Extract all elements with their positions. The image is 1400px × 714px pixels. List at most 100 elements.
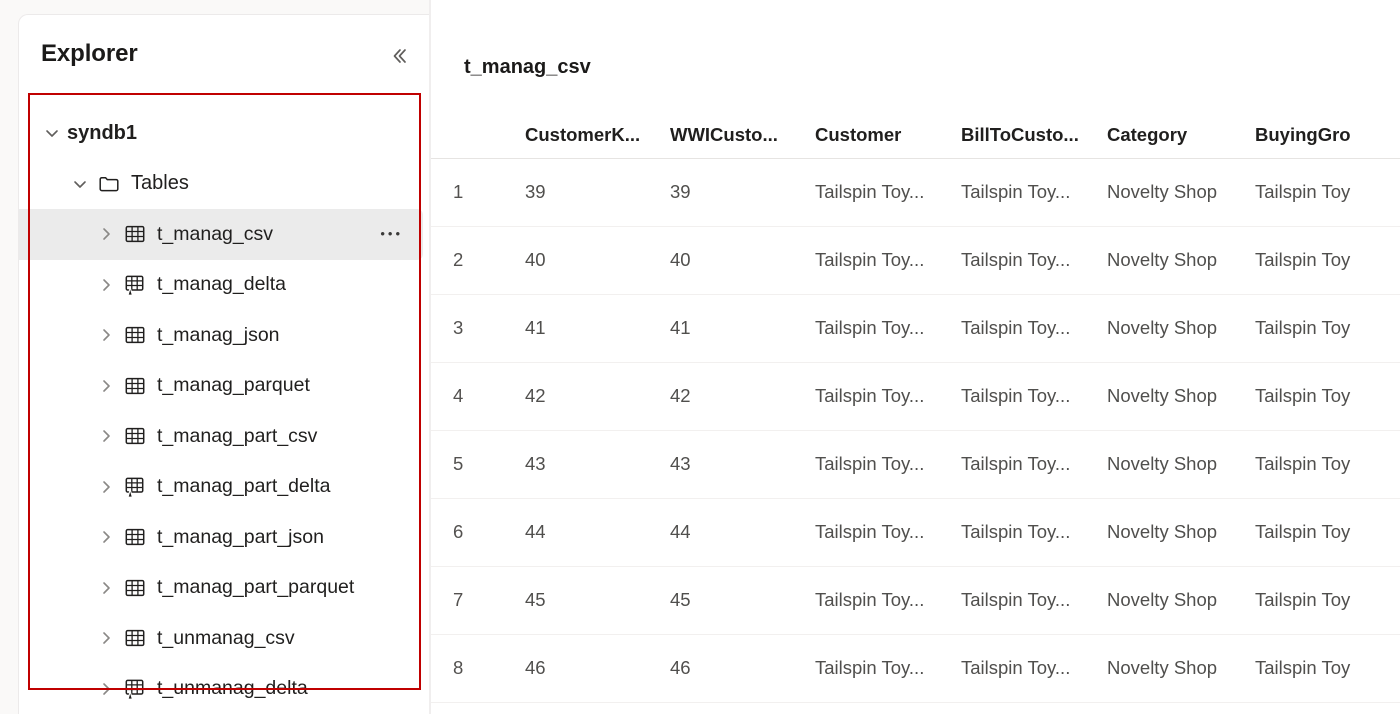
table-row[interactable]: 6 44 44 Tailspin Toy... Tailspin Toy... Novel… [431,498,1400,567]
table-row[interactable]: 2 40 40 Tailspin Toy... Tailspin Toy... Novel… [431,226,1400,295]
cell-customer_key[interactable]: 44 [523,498,668,567]
cell-buying_group[interactable]: Tailspin Toy [1253,294,1400,363]
cell-category[interactable]: Novelty Shop [1105,566,1253,635]
cell-wwi_customer[interactable]: 46 [668,634,813,703]
tree-twisty-toggle[interactable] [91,371,121,401]
table-icon [123,424,147,448]
cell-bill_to_customer[interactable]: Tailspin Toy... [959,158,1105,227]
tree-item-t-manag-delta[interactable]: t_manag_delta [19,260,430,311]
cell-category[interactable]: Novelty Shop [1105,430,1253,499]
tree-twisty-toggle[interactable] [65,169,95,199]
cell-category[interactable]: Novelty Shop [1105,226,1253,295]
cell-customer[interactable]: Tailspin Toy... [813,362,959,431]
cell-customer[interactable]: Tailspin Toy... [813,634,959,703]
cell-bill_to_customer[interactable]: Tailspin Toy... [959,566,1105,635]
cell-customer[interactable]: Tailspin Toy... [813,566,959,635]
column-header-customer_key[interactable]: CustomerK... [523,112,668,159]
cell-customer_key[interactable]: 41 [523,294,668,363]
cell-category[interactable]: Novelty Shop [1105,158,1253,227]
cell-bill_to_customer[interactable]: Tailspin Toy... [959,362,1105,431]
cell-wwi_customer[interactable]: 41 [668,294,813,363]
cell-customer[interactable]: Tailspin Toy... [813,430,959,499]
cell-customer_key[interactable]: 42 [523,362,668,431]
cell-bill_to_customer[interactable]: Tailspin Toy... [959,634,1105,703]
cell-customer[interactable]: Tailspin Toy... [813,158,959,227]
tree-twisty-toggle[interactable] [91,623,121,653]
cell-wwi_customer[interactable]: 43 [668,430,813,499]
cell-bill_to_customer[interactable]: Tailspin Toy... [959,498,1105,567]
cell-wwi_customer[interactable]: 42 [668,362,813,431]
cell-customer[interactable]: Tailspin Toy... [813,226,959,295]
tree-item-t-manag-part-csv[interactable]: t_manag_part_csv [19,411,430,462]
cell-customer_key[interactable]: 40 [523,226,668,295]
tree-twisty-toggle[interactable] [91,522,121,552]
data-grid: CustomerK... WWICusto... Customer BillToCus… [431,112,1400,703]
row-number: 3 [431,294,523,363]
row-number: 2 [431,226,523,295]
tree-twisty-toggle[interactable] [91,674,121,704]
column-header-rownum[interactable] [431,112,523,159]
tree-item-syndb1[interactable]: syndb1 [19,108,430,159]
cell-buying_group[interactable]: Tailspin Toy [1253,158,1400,227]
cell-wwi_customer[interactable]: 39 [668,158,813,227]
tree-item-t-manag-part-json[interactable]: t_manag_part_json [19,512,430,563]
tree-item-t-manag-part-delta[interactable]: t_manag_part_delta [19,462,430,513]
tree-item-t-unmanag-csv[interactable]: t_unmanag_csv [19,613,430,664]
cell-buying_group[interactable]: Tailspin Toy [1253,634,1400,703]
cell-buying_group[interactable]: Tailspin Toy [1253,566,1400,635]
column-header-customer[interactable]: Customer [813,112,959,159]
tree-item-t-manag-parquet[interactable]: t_manag_parquet [19,361,430,412]
tree-item-t-manag-part-parquet[interactable]: t_manag_part_parquet [19,563,430,614]
table-row[interactable]: 7 45 45 Tailspin Toy... Tailspin Toy... Novel… [431,566,1400,635]
tree-twisty-toggle[interactable] [91,573,121,603]
tree-item-Tables[interactable]: Tables [19,159,430,210]
table-row[interactable]: 4 42 42 Tailspin Toy... Tailspin Toy... Novel… [431,362,1400,431]
table-icon [123,222,147,246]
tree-item-t-manag-json[interactable]: t_manag_json [19,310,430,361]
cell-customer[interactable]: Tailspin Toy... [813,294,959,363]
cell-customer_key[interactable]: 43 [523,430,668,499]
cell-category[interactable]: Novelty Shop [1105,362,1253,431]
column-header-wwi_customer[interactable]: WWICusto... [668,112,813,159]
tree-twisty-toggle[interactable] [91,320,121,350]
tree-twisty-toggle[interactable] [91,270,121,300]
cell-customer[interactable]: Tailspin Toy... [813,498,959,567]
column-header-category[interactable]: Category [1105,112,1253,159]
cell-buying_group[interactable]: Tailspin Toy [1253,430,1400,499]
delta-table-icon [123,677,147,701]
row-number: 5 [431,430,523,499]
cell-category[interactable]: Novelty Shop [1105,294,1253,363]
cell-bill_to_customer[interactable]: Tailspin Toy... [959,226,1105,295]
column-header-bill_to_customer[interactable]: BillToCusto... [959,112,1105,159]
cell-buying_group[interactable]: Tailspin Toy [1253,226,1400,295]
cell-wwi_customer[interactable]: 45 [668,566,813,635]
cell-buying_group[interactable]: Tailspin Toy [1253,498,1400,567]
chevron-right-icon [96,679,116,699]
tree-item-label: t_manag_part_json [157,525,324,548]
cell-category[interactable]: Novelty Shop [1105,634,1253,703]
row-number: 4 [431,362,523,431]
cell-wwi_customer[interactable]: 40 [668,226,813,295]
table-row[interactable]: 5 43 43 Tailspin Toy... Tailspin Toy... Novel… [431,430,1400,499]
tree-twisty-toggle[interactable] [37,118,67,148]
tree-twisty-toggle[interactable] [91,421,121,451]
cell-wwi_customer[interactable]: 44 [668,498,813,567]
tree-item-icon [121,574,149,602]
table-row[interactable]: 8 46 46 Tailspin Toy... Tailspin Toy... Novel… [431,634,1400,703]
tree-twisty-toggle[interactable] [91,219,121,249]
cell-customer_key[interactable]: 39 [523,158,668,227]
cell-customer_key[interactable]: 45 [523,566,668,635]
tree-item-t-manag-csv[interactable]: t_manag_csv ••• [19,209,423,260]
cell-bill_to_customer[interactable]: Tailspin Toy... [959,430,1105,499]
cell-bill_to_customer[interactable]: Tailspin Toy... [959,294,1105,363]
cell-buying_group[interactable]: Tailspin Toy [1253,362,1400,431]
tree-twisty-toggle[interactable] [91,472,121,502]
collapse-panel-button[interactable] [384,41,414,71]
table-row[interactable]: 3 41 41 Tailspin Toy... Tailspin Toy... Novel… [431,294,1400,363]
cell-customer_key[interactable]: 46 [523,634,668,703]
more-options-icon[interactable]: ••• [378,225,405,243]
tree-item-t-unmanag-delta[interactable]: t_unmanag_delta [19,664,430,714]
cell-category[interactable]: Novelty Shop [1105,498,1253,567]
table-row[interactable]: 1 39 39 Tailspin Toy... Tailspin Toy... Novel… [431,158,1400,227]
column-header-buying_group[interactable]: BuyingGro [1253,112,1400,159]
